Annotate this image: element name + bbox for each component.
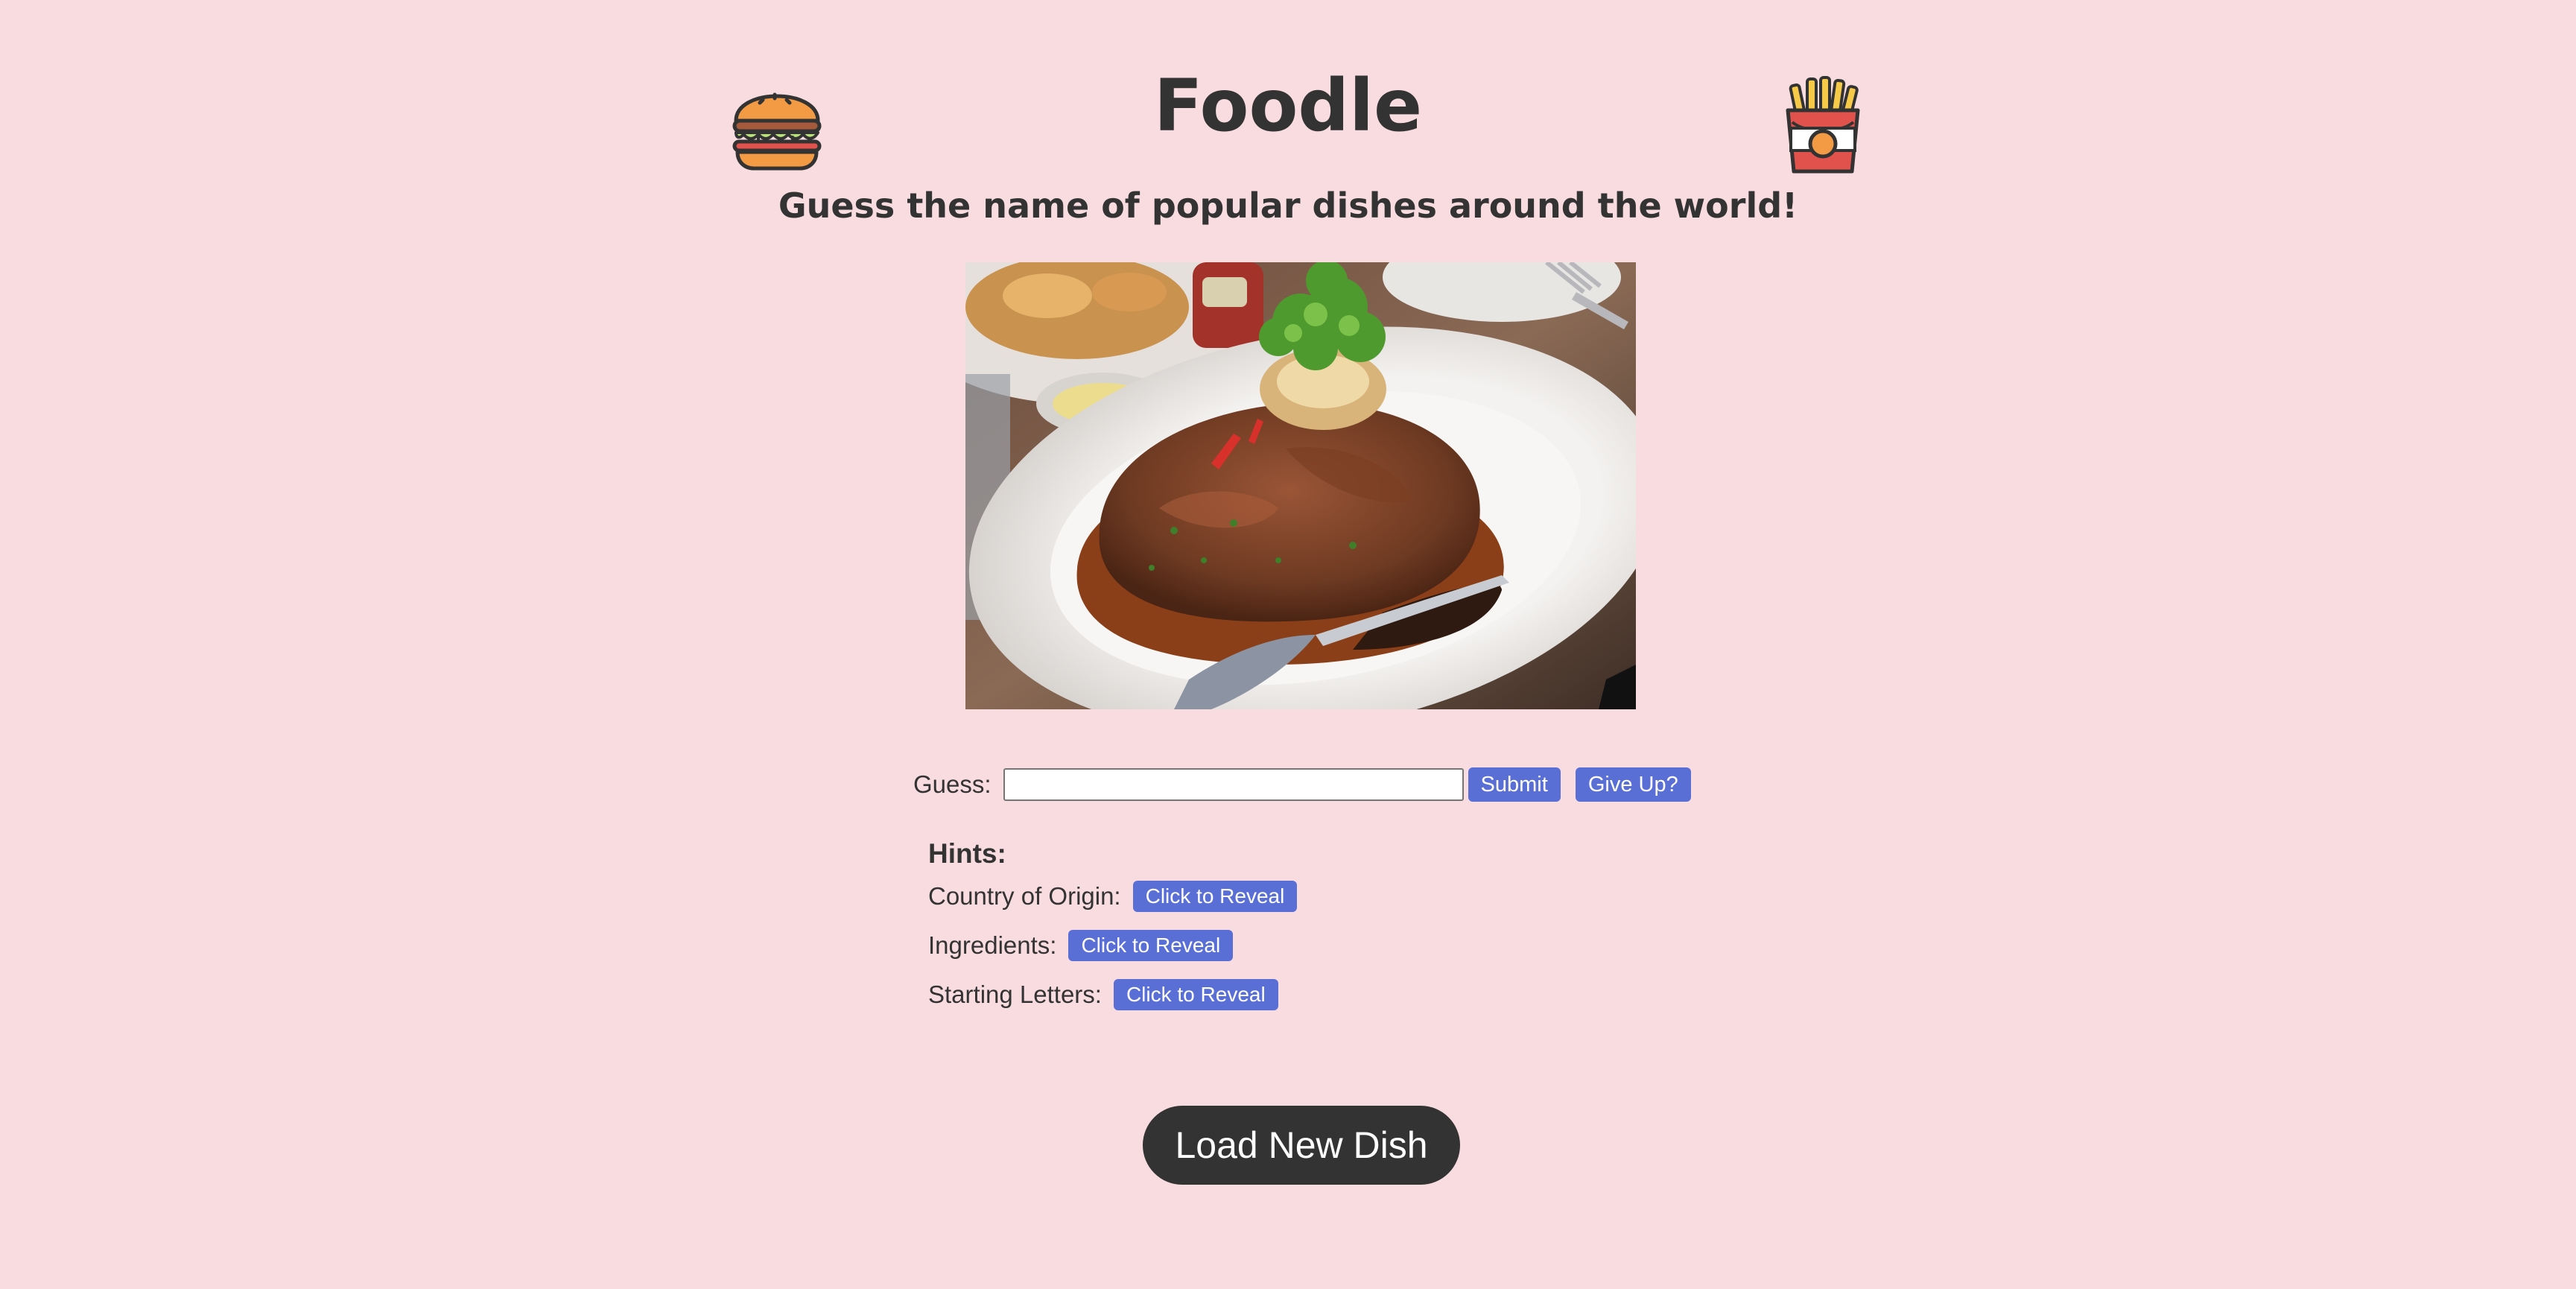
reveal-ingredients-button[interactable]: Click to Reveal — [1068, 930, 1234, 961]
hint-row-country: Country of Origin: Click to Reveal — [928, 879, 1298, 913]
hints-section: Hints: Country of Origin: Click to Revea… — [928, 834, 1298, 1027]
hint-label-country: Country of Origin: — [928, 882, 1121, 910]
hint-label-ingredients: Ingredients: — [928, 931, 1057, 959]
load-new-dish-button[interactable]: Load New Dish — [1143, 1106, 1460, 1185]
reveal-starting-letters-button[interactable]: Click to Reveal — [1113, 979, 1278, 1010]
reveal-country-button[interactable]: Click to Reveal — [1132, 881, 1298, 912]
hints-heading: Hints: — [928, 838, 1006, 869]
hint-row-starting-letters: Starting Letters: Click to Reveal — [928, 978, 1297, 1012]
guess-input[interactable] — [1003, 768, 1464, 801]
hint-label-starting-letters: Starting Letters: — [928, 981, 1102, 1008]
page-subtitle: Guess the name of popular dishes around … — [778, 186, 1798, 226]
dish-photo — [965, 262, 1636, 709]
page-title: Foodle — [1153, 64, 1423, 148]
give-up-button[interactable]: Give Up? — [1575, 767, 1691, 802]
guess-label: Guess: — [913, 770, 992, 798]
hint-row-ingredients: Ingredients: Click to Reveal — [928, 928, 1297, 963]
submit-button[interactable]: Submit — [1468, 767, 1561, 802]
guess-row: Guess: Submit Give Up? — [913, 767, 1691, 802]
